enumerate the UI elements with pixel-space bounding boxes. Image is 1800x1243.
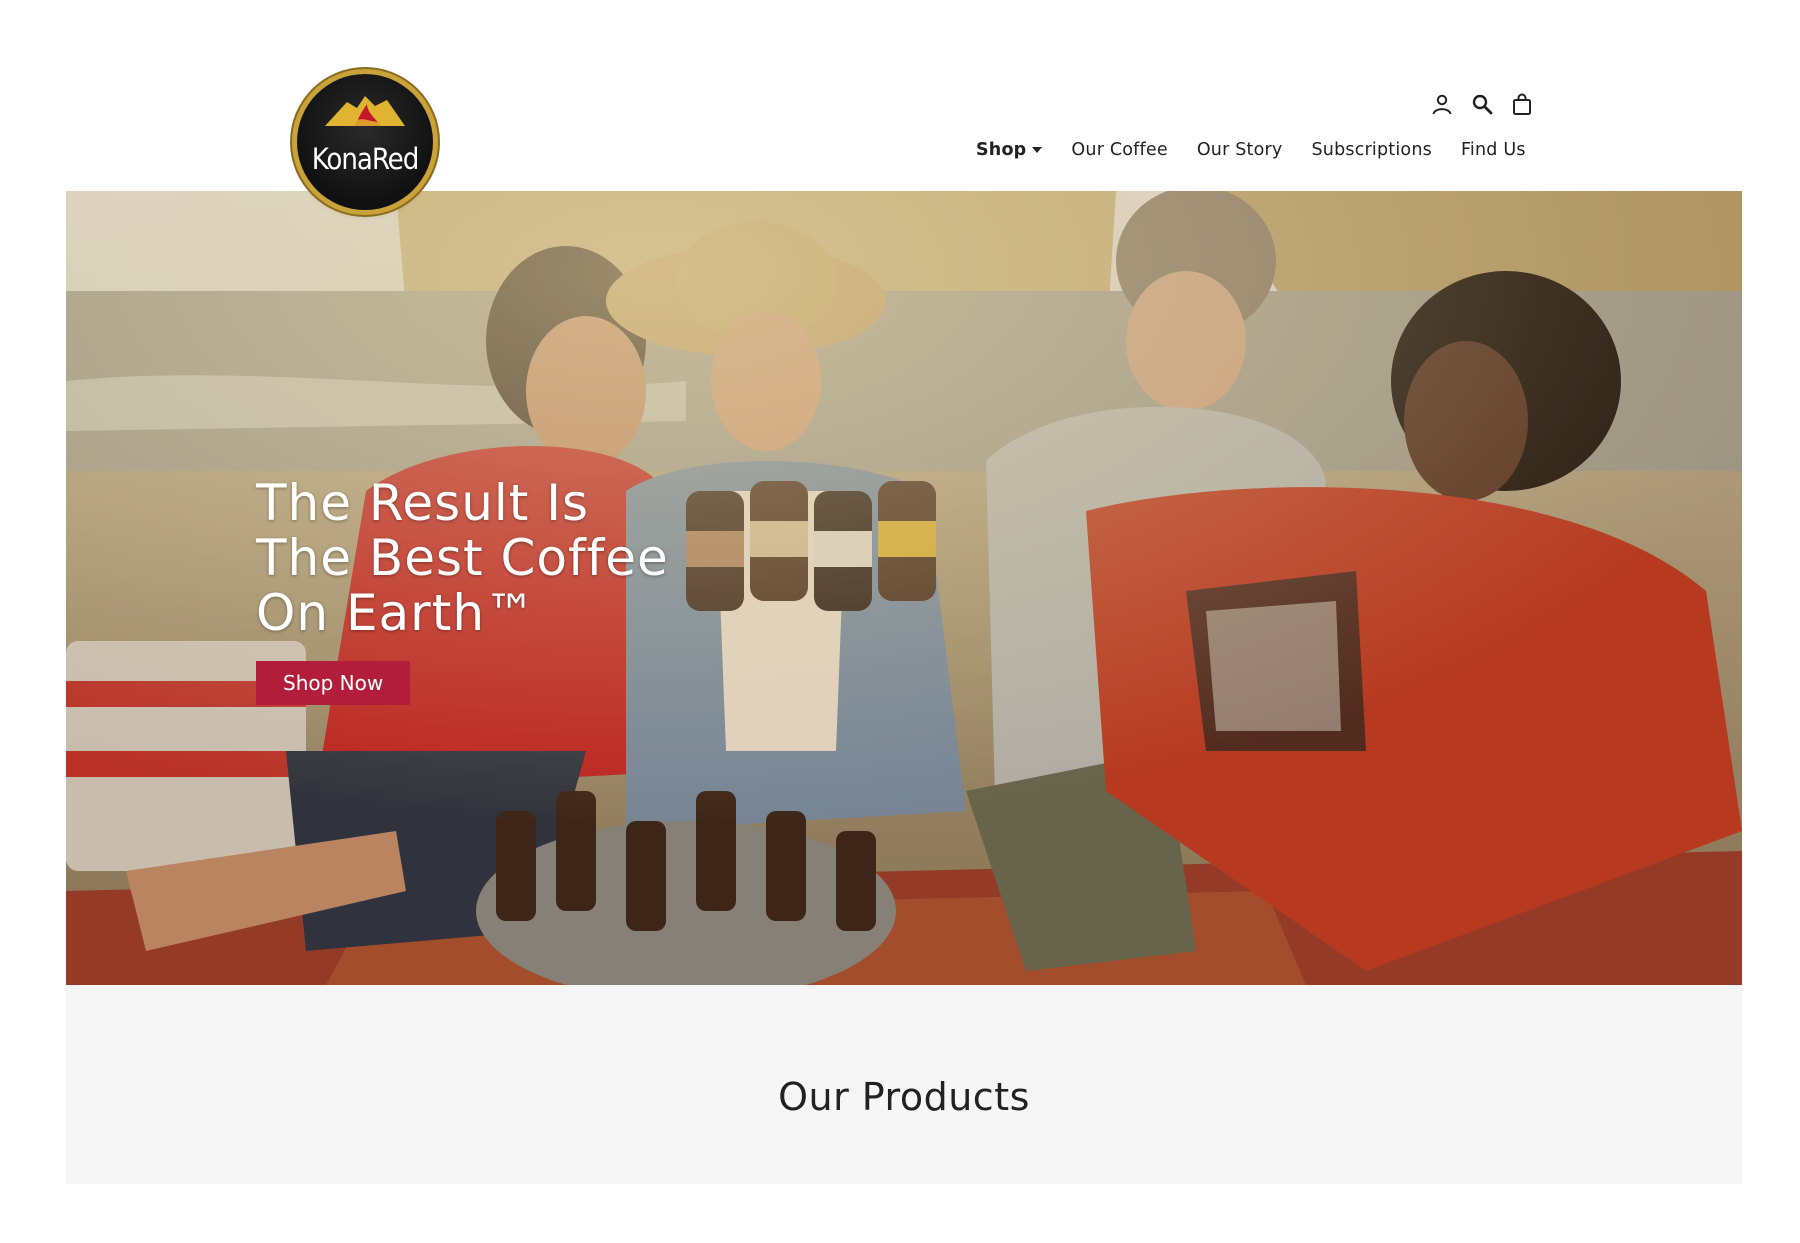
shop-now-button[interactable]: Shop Now xyxy=(256,661,411,705)
header-utility-icons xyxy=(1430,92,1534,116)
chevron-down-icon xyxy=(1032,147,1043,153)
hero-title: The Result Is The Best Coffee On Earth™ xyxy=(256,476,669,641)
nav-item-our-story[interactable]: Our Story xyxy=(1197,140,1283,160)
nav-item-subscriptions[interactable]: Subscriptions xyxy=(1311,140,1431,160)
hero-title-line-2: The Best Coffee xyxy=(256,529,669,587)
products-heading: Our Products xyxy=(778,1075,1030,1119)
hero-banner: The Result Is The Best Coffee On Earth™ … xyxy=(66,191,1742,985)
nav-item-find-us[interactable]: Find Us xyxy=(1461,140,1526,160)
main-nav: Shop Our Coffee Our Story Subscriptions … xyxy=(976,140,1526,160)
nav-item-our-coffee[interactable]: Our Coffee xyxy=(1071,140,1167,160)
account-icon[interactable] xyxy=(1430,92,1454,116)
hero-title-line-3: On Earth™ xyxy=(256,584,537,642)
nav-item-label: Shop xyxy=(976,140,1027,160)
products-section: Our Products xyxy=(66,985,1742,1184)
nav-item-shop[interactable]: Shop xyxy=(976,140,1043,160)
logo-wordmark: KonaRed xyxy=(311,142,420,176)
cart-icon[interactable] xyxy=(1510,92,1534,116)
hero-title-line-1: The Result Is xyxy=(256,474,590,532)
search-icon[interactable] xyxy=(1470,92,1494,116)
konared-logo[interactable]: KonaRed xyxy=(297,74,433,210)
